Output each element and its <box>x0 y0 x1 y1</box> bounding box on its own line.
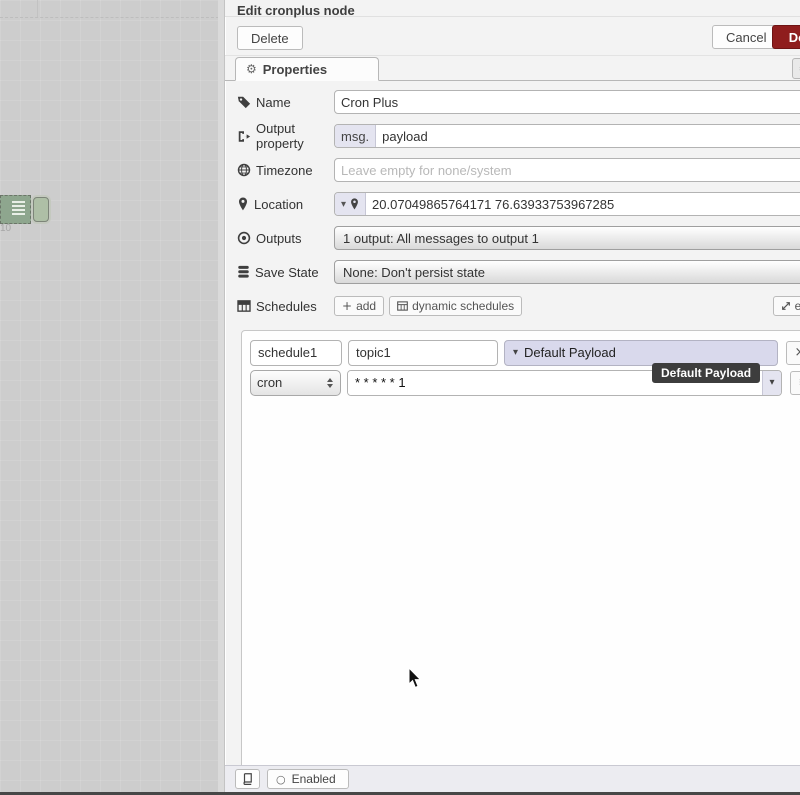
map-marker-icon <box>350 198 359 210</box>
save-state-select[interactable]: None: Don't persist state <box>334 260 800 284</box>
row-outputs: Outputs 1 output: All messages to output… <box>237 226 800 250</box>
schedule-topic-input[interactable] <box>348 340 498 366</box>
schedule-menu-button[interactable]: ≡ <box>790 371 800 395</box>
name-label: Name <box>237 95 334 110</box>
msg-type-button[interactable]: msg. <box>335 125 376 147</box>
chevron-down-icon: ▾ <box>341 199 346 210</box>
table-icon <box>397 301 408 311</box>
payload-type-value: Default Payload <box>524 345 616 360</box>
circle-icon: ○ <box>276 773 286 786</box>
dot-circle-icon <box>237 231 251 245</box>
add-schedule-button[interactable]: + add <box>334 296 384 316</box>
chevron-down-icon: ▾ <box>513 347 518 358</box>
tray-tab-actions: ⚙ <box>792 58 800 79</box>
location-typedinput: ▾ <box>334 192 800 216</box>
row-name: Name <box>237 90 800 114</box>
dialog-title: Edit cronplus node <box>237 3 355 18</box>
edit-tray: Edit cronplus node Delete Cancel Done ⚙ … <box>224 0 800 792</box>
done-button[interactable]: Done <box>772 25 800 49</box>
gear-icon: ⚙ <box>246 62 257 76</box>
dynamic-schedules-button[interactable]: dynamic schedules <box>389 296 522 316</box>
remove-schedule-button[interactable]: × <box>786 341 800 365</box>
tab-properties[interactable]: ⚙ Properties <box>235 57 379 81</box>
node-button <box>33 197 49 222</box>
row-output-property: Output property msg. <box>237 124 800 148</box>
list-icon <box>12 201 25 217</box>
updown-spinner-icon <box>326 377 334 389</box>
location-type-button[interactable]: ▾ <box>335 193 366 215</box>
database-icon <box>237 265 250 279</box>
outputs-select[interactable]: 1 output: All messages to output 1 <box>334 226 800 250</box>
output-property-input[interactable] <box>376 125 800 147</box>
timezone-input[interactable] <box>334 158 800 182</box>
tray-toolbar: Delete Cancel Done <box>225 17 800 56</box>
book-icon <box>242 773 253 785</box>
output-property-label: Output property <box>237 121 334 151</box>
sign-out-icon <box>237 130 251 143</box>
chevron-down-icon: ▾ <box>769 377 774 388</box>
save-state-label: Save State <box>237 265 334 280</box>
expression-options-button[interactable]: ▾ <box>762 371 781 395</box>
tab-properties-label: Properties <box>263 62 327 77</box>
row-schedules: Schedules + add dynamic schedules <box>237 294 800 318</box>
expand-icon <box>781 301 791 311</box>
output-property-typedinput: msg. <box>334 124 800 148</box>
outputs-label: Outputs <box>237 231 334 246</box>
table-icon <box>237 300 251 312</box>
payload-type-select[interactable]: ▾ Default Payload <box>504 340 778 366</box>
location-input[interactable] <box>366 193 800 215</box>
enabled-label: Enabled <box>292 772 336 786</box>
schedule-type-value: cron <box>257 375 282 390</box>
node-status-text: 10 <box>0 223 11 234</box>
node-enabled-toggle[interactable]: ○ Enabled <box>267 769 349 789</box>
mouse-cursor <box>408 668 423 689</box>
row-timezone: Timezone <box>237 158 800 182</box>
delete-button[interactable]: Delete <box>237 26 303 50</box>
workspace-divider-horizontal <box>0 17 224 18</box>
map-marker-icon <box>237 197 249 211</box>
row-location: Location ▾ <box>237 192 800 216</box>
row-save-state: Save State None: Don't persist state <box>237 260 800 284</box>
schedule-type-select[interactable]: cron <box>250 370 341 396</box>
tray-footer: ○ Enabled <box>225 765 800 792</box>
plus-icon: + <box>342 299 352 313</box>
schedules-label: Schedules <box>237 299 334 314</box>
tray-header: Edit cronplus node <box>225 0 800 17</box>
schedules-container: ▾ Default Payload × cron <box>241 330 800 775</box>
schedule-name-input[interactable] <box>250 340 342 366</box>
cronplus-node-body <box>0 195 31 224</box>
location-label: Location <box>237 197 334 212</box>
workspace-divider-vertical <box>37 0 38 17</box>
properties-form: Name Output property msg. <box>225 81 800 775</box>
timezone-label: Timezone <box>237 163 334 178</box>
payload-tooltip: Default Payload <box>652 363 760 383</box>
tag-icon <box>237 95 251 109</box>
node-settings-button[interactable]: ⚙ <box>792 58 800 79</box>
node-help-button[interactable] <box>235 769 260 789</box>
flow-workspace: 10 <box>0 0 224 795</box>
expand-schedules-button[interactable]: expand <box>773 296 800 316</box>
tab-bar: ⚙ Properties ⚙ <box>225 56 800 81</box>
cancel-button[interactable]: Cancel <box>712 25 780 49</box>
screen: 10 Edit cronplus node Delete Cancel Done… <box>0 0 800 795</box>
globe-icon <box>237 163 251 177</box>
schedule-row-top: ▾ Default Payload × <box>250 339 800 366</box>
close-icon: × <box>795 345 800 360</box>
name-input[interactable] <box>334 90 800 114</box>
